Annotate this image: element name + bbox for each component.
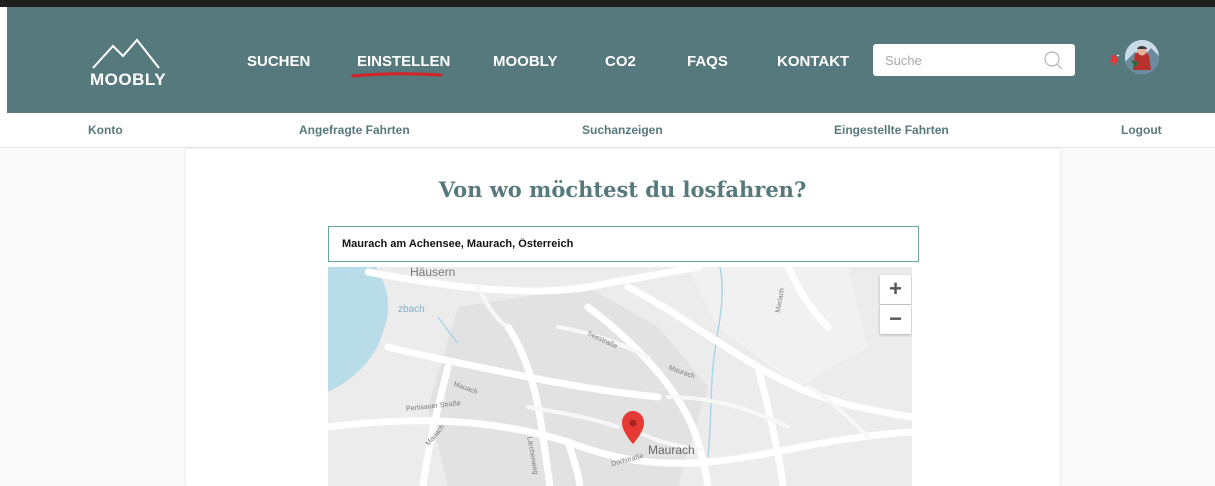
- nav-kontakt[interactable]: KONTAKT: [777, 53, 849, 70]
- nav-einstellen[interactable]: EINSTELLEN: [357, 53, 450, 70]
- nav-faqs[interactable]: FAQS: [687, 53, 728, 70]
- map-zoom-in-button[interactable]: +: [880, 275, 911, 304]
- map-view[interactable]: Häusern zbach Pertisauer Straße Maurach …: [328, 267, 912, 486]
- top-border: [0, 0, 1215, 7]
- nav-suchen[interactable]: SUCHEN: [247, 53, 310, 70]
- page-title: Von wo möchtest du losfahren?: [438, 177, 807, 202]
- sub-nav: Konto Angefragte Fahrten Suchanzeigen Ei…: [0, 113, 1215, 148]
- active-nav-underline: [351, 72, 443, 78]
- logo-text: MOOBLY: [90, 70, 167, 89]
- map-label-hausern: Häusern: [410, 267, 456, 279]
- map-zoom-out-button[interactable]: −: [880, 305, 911, 334]
- notification-bell-icon[interactable]: [1108, 54, 1120, 66]
- search-box: [873, 44, 1075, 76]
- moobly-logo[interactable]: MOOBLY: [87, 38, 177, 89]
- main-header: MOOBLY SUCHEN EINSTELLEN MOOBLY CO2 FAQS…: [7, 7, 1215, 113]
- subnav-suchanzeigen[interactable]: Suchanzeigen: [582, 123, 663, 137]
- subnav-konto[interactable]: Konto: [88, 123, 123, 137]
- nav-moobly[interactable]: MOOBLY: [493, 53, 557, 70]
- subnav-eingestellte-fahrten[interactable]: Eingestellte Fahrten: [834, 123, 949, 137]
- search-input[interactable]: [885, 51, 1035, 69]
- avatar-image: [1125, 40, 1159, 74]
- map-label-zbach: zbach: [398, 304, 425, 315]
- mountain-logo-icon: [92, 38, 160, 69]
- address-field-wrapper: [328, 226, 919, 262]
- map-tiles: [328, 267, 912, 486]
- address-input[interactable]: [342, 236, 902, 252]
- subnav-angefragte-fahrten[interactable]: Angefragte Fahrten: [299, 123, 410, 137]
- search-icon[interactable]: [1043, 50, 1063, 70]
- subnav-logout[interactable]: Logout: [1121, 123, 1162, 137]
- map-label-maurach: Maurach: [648, 443, 695, 457]
- user-avatar[interactable]: [1125, 40, 1159, 74]
- nav-co2[interactable]: CO2: [605, 53, 636, 70]
